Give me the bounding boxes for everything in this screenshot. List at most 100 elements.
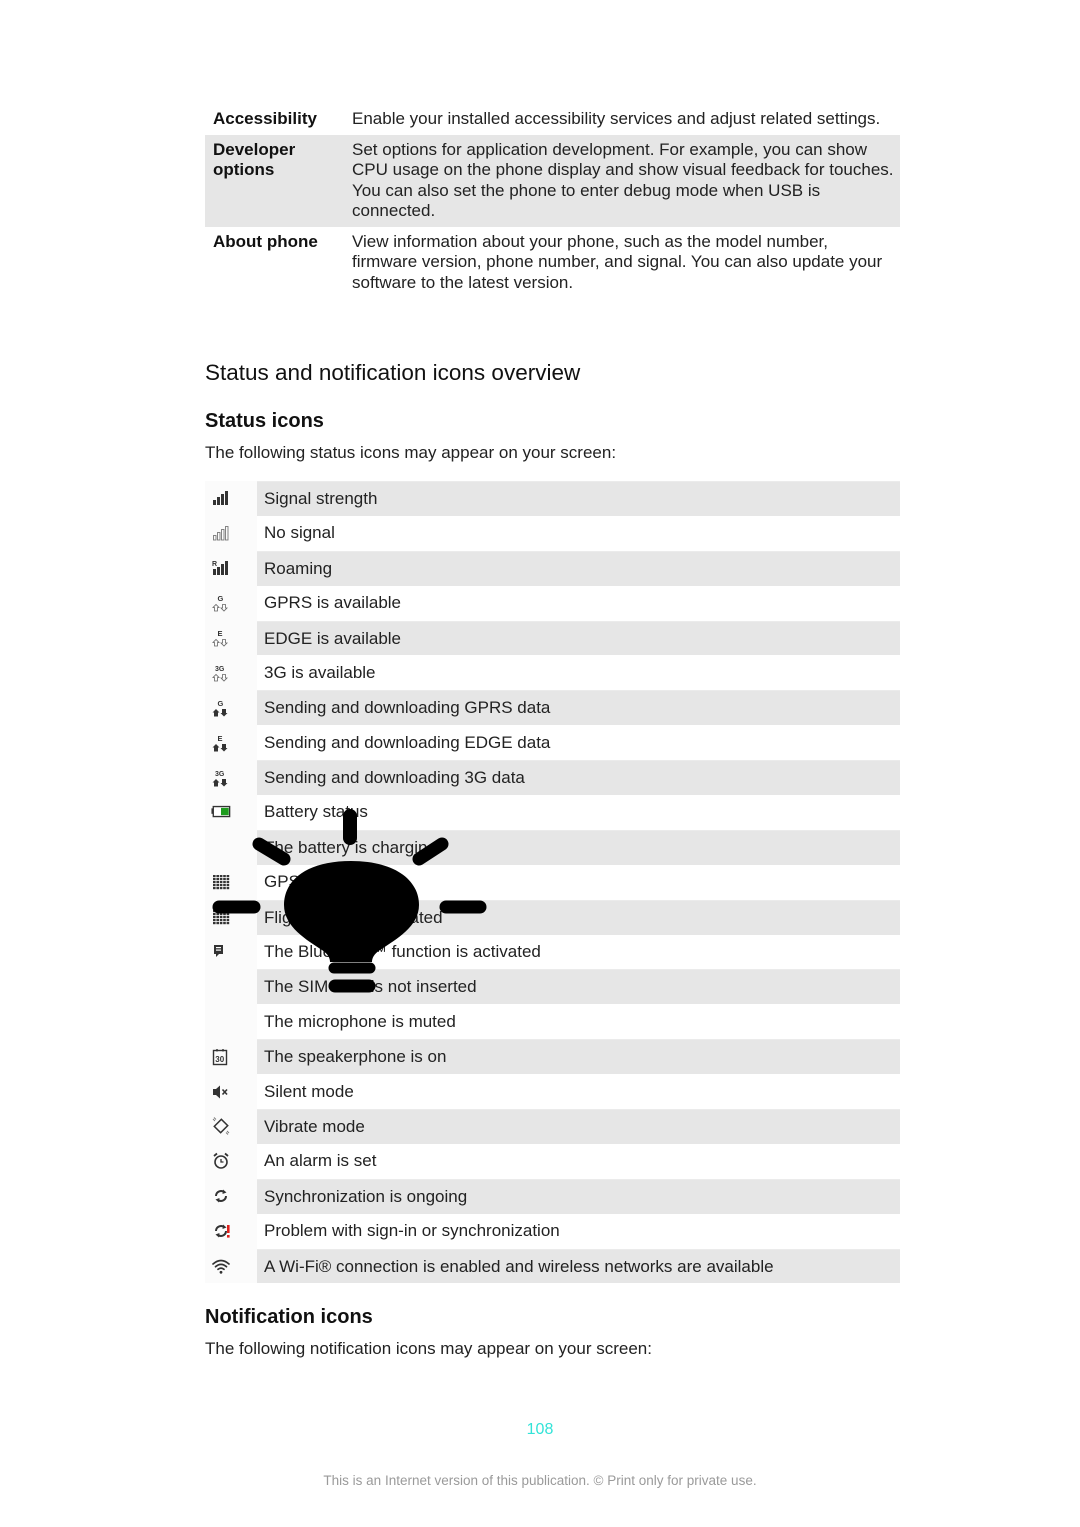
bluetooth-icon (211, 942, 231, 962)
svg-text:E: E (218, 629, 223, 638)
icon-cell: 3G (205, 760, 257, 796)
icon-cell (205, 934, 257, 970)
status-icon-row: Silent mode (205, 1074, 900, 1110)
icon-cell: E (205, 620, 257, 656)
setting-term: About phone (213, 231, 318, 251)
footer-notice: This is an Internet version of this publ… (323, 1473, 757, 1488)
status-icon-label: An alarm is set (264, 1151, 377, 1171)
status-icon-label: Signal strength (257, 481, 900, 516)
status-icon-row: The battery is charging (205, 829, 900, 865)
notification-icons-heading: Notification icons (205, 1306, 373, 1328)
icon-cell: G (205, 690, 257, 726)
icon-cell (205, 1074, 257, 1110)
icon-cell (205, 969, 257, 1005)
status-icon-label: Sending and downloading EDGE data (264, 732, 551, 752)
status-icon-row: G Sending and downloading GPRS data (205, 690, 900, 726)
status-icon-row: Problem with sign-in or synchronization (205, 1213, 900, 1249)
flight-mode-icon (211, 907, 231, 927)
status-icons-heading: Status icons (205, 410, 324, 432)
status-icon-row: E EDGE is available (205, 620, 900, 656)
svg-text:30: 30 (215, 1055, 224, 1064)
icon-cell (205, 795, 257, 830)
svg-text:3G: 3G (215, 771, 225, 778)
alarm-icon (211, 1151, 231, 1171)
icon-cell (205, 481, 257, 516)
status-icons-table: Signal strength No signal R Roaming G GPRS is… (205, 481, 900, 1284)
setting-term: Accessibility (213, 109, 317, 128)
settings-table: Accessibility Enable your installed acce… (205, 104, 900, 298)
icon-cell: 30 (205, 1039, 257, 1075)
svg-text:G: G (218, 699, 224, 708)
settings-row-accessibility: Accessibility Enable your installed acce… (205, 104, 900, 135)
setting-term: Developer options (213, 139, 296, 180)
status-icon-label: Battery status (264, 802, 368, 822)
edge-available-icon: E (211, 628, 231, 648)
status-icon-row: GPS is activated (205, 864, 900, 900)
edge-data-icon: E (211, 733, 231, 753)
svg-text:G: G (218, 594, 224, 603)
status-icon-label: 3G is available (264, 662, 376, 682)
status-icon-row: Signal strength (205, 481, 900, 516)
status-icon-label: No signal (264, 523, 335, 543)
wifi-icon (211, 1256, 231, 1276)
setting-description: Enable your installed accessibility serv… (352, 109, 881, 128)
status-icon-label: The battery is charging (257, 829, 900, 865)
settings-row-developer-options: Developer options Set options for applic… (205, 134, 900, 227)
battery-status-icon (211, 802, 231, 822)
icon-cell: E (205, 725, 257, 761)
status-icon-row: The SIM card is not inserted (205, 969, 900, 1005)
icon-cell (205, 1248, 257, 1284)
signal-strength-icon (211, 488, 231, 508)
status-icon-label: The SIM card is not inserted (257, 969, 900, 1005)
notification-icons-intro: The following notification icons may app… (205, 1339, 652, 1358)
settings-row-about-phone: About phone View information about your … (205, 227, 900, 299)
status-icon-row: No signal (205, 515, 900, 551)
icon-cell (205, 1143, 257, 1179)
sync-problem-icon (211, 1221, 233, 1241)
status-icon-row: Flight mode is activated (205, 899, 900, 935)
icon-cell (205, 515, 257, 551)
svg-text:E: E (218, 734, 223, 743)
status-icon-row: 3G 3G is available (205, 655, 900, 691)
icon-cell (205, 1213, 257, 1249)
status-icons-intro: The following status icons may appear on… (205, 443, 617, 462)
status-icon-label: Problem with sign-in or synchronization (264, 1221, 560, 1241)
status-icon-label: The speakerphone is on (257, 1039, 900, 1075)
3g-data-icon: 3G (211, 768, 231, 788)
3g-available-icon: 3G (211, 663, 231, 683)
status-icon-label: Sending and downloading 3G data (257, 760, 900, 796)
setting-description: View information about your phone, such … (352, 231, 883, 292)
status-icon-row: 3G Sending and downloading 3G data (205, 760, 900, 796)
icon-cell: R (205, 550, 257, 586)
icon-cell (205, 1178, 257, 1214)
status-icon-label: Vibrate mode (257, 1109, 900, 1144)
section-title: Status and notification icons overview (205, 360, 581, 385)
icon-cell (205, 829, 257, 865)
svg-text:R: R (212, 561, 217, 568)
status-icon-label: Sending and downloading GPRS data (257, 690, 900, 726)
status-icon-label: Roaming (257, 550, 900, 586)
status-icon-row: Battery status (205, 795, 900, 830)
status-icon-row: The Bluetooth™ function is activated (205, 934, 900, 970)
status-icon-row: E Sending and downloading EDGE data (205, 725, 900, 761)
status-icon-row: A Wi-Fi® connection is enabled and wirel… (205, 1248, 900, 1284)
status-icon-label: A Wi-Fi® connection is enabled and wirel… (257, 1248, 900, 1284)
roaming-icon: R (211, 558, 231, 578)
status-icon-row: Vibrate mode (205, 1109, 900, 1144)
speakerphone-icon: 30 (211, 1047, 231, 1067)
status-icon-label: Flight mode is activated (257, 899, 900, 935)
status-icon-row: Synchronization is ongoing (205, 1178, 900, 1214)
gprs-available-icon: G (211, 593, 231, 613)
icon-cell: 3G (205, 655, 257, 691)
icon-cell (205, 1109, 257, 1144)
status-icon-label: The Bluetooth™ function is activated (264, 942, 541, 962)
status-icon-label: EDGE is available (257, 620, 900, 656)
status-icon-label: Synchronization is ongoing (257, 1178, 900, 1214)
silent-mode-icon (211, 1082, 231, 1102)
status-icon-label: GPRS is available (264, 593, 402, 613)
status-icon-label: Silent mode (264, 1081, 354, 1101)
icon-cell (205, 899, 257, 935)
icon-cell (205, 1004, 257, 1040)
status-icon-row: The microphone is muted (205, 1004, 900, 1040)
gps-icon (211, 872, 231, 892)
